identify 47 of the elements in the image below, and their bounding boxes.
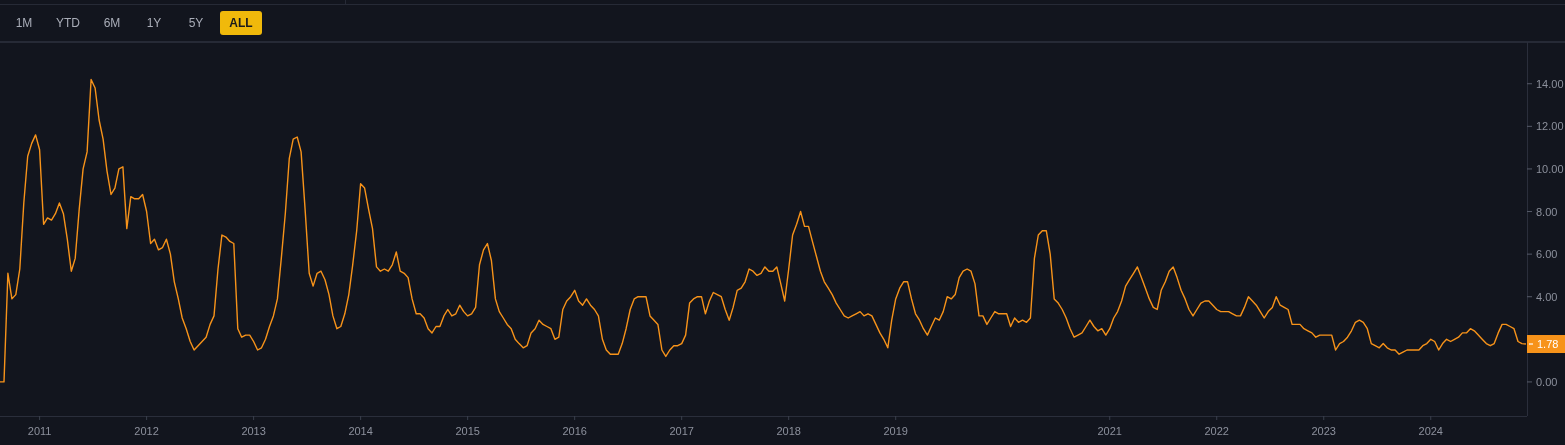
range-button[interactable]: 5Y [178,11,214,35]
x-tick-label: 2015 [455,425,480,437]
y-axis-label: 12.00 [1526,120,1564,133]
x-axis-label: 2021 [1097,415,1122,437]
x-axis-label: 2017 [669,415,694,437]
x-tick-label: 2011 [27,425,52,437]
x-tick-label: 2012 [134,425,159,437]
x-axis-label: 2019 [883,415,908,437]
x-axis-label: 2012 [134,415,159,437]
x-axis-label: 2024 [1418,415,1443,437]
x-axis-label: 2014 [348,415,373,437]
x-axis-label: 2013 [241,415,266,437]
y-axis-label: 14.00 [1526,77,1564,90]
x-tick-label: 2018 [776,425,801,437]
range-button[interactable]: ALL [220,11,262,35]
y-tick-label: 14.00 [1536,77,1564,90]
x-axis-label: 2023 [1311,415,1336,437]
x-tick-label: 2019 [883,425,908,437]
x-tick-label: 2021 [1097,425,1122,437]
x-tick-label: 2016 [562,425,587,437]
x-axis-label: 2018 [776,415,801,437]
y-tick-label: 10.00 [1536,162,1564,175]
x-tick-label: 2023 [1311,425,1336,437]
y-axis-label: 0.00 [1526,375,1558,388]
x-tick-label: 2017 [669,425,694,437]
y-axis-label: 8.00 [1526,205,1558,218]
current-value-badge: 1.78 [1527,335,1565,353]
y-tick-label: 8.00 [1536,205,1558,218]
range-button[interactable]: 1Y [136,11,172,35]
x-tick-label: 2022 [1204,425,1229,437]
y-axis-label: 4.00 [1526,290,1558,303]
y-tick-label: 0.00 [1536,375,1558,388]
y-axis-label: 6.00 [1526,248,1558,261]
x-axis-label: 2011 [27,415,52,437]
range-button[interactable]: YTD [48,11,88,35]
x-axis-label: 2022 [1204,415,1229,437]
x-tick-label: 2014 [348,425,373,437]
y-tick-label: 4.00 [1536,290,1558,303]
x-tick-label: 2024 [1418,425,1443,437]
range-button[interactable]: 6M [94,11,130,35]
x-axis-label: 2016 [562,415,587,437]
range-button[interactable]: 1M [6,11,42,35]
y-axis-label: 10.00 [1526,162,1564,175]
y-tick-label: 6.00 [1536,248,1558,261]
x-axis-label: 2015 [455,415,480,437]
x-tick-label: 2013 [241,425,266,437]
y-tick-label: 12.00 [1536,120,1564,133]
